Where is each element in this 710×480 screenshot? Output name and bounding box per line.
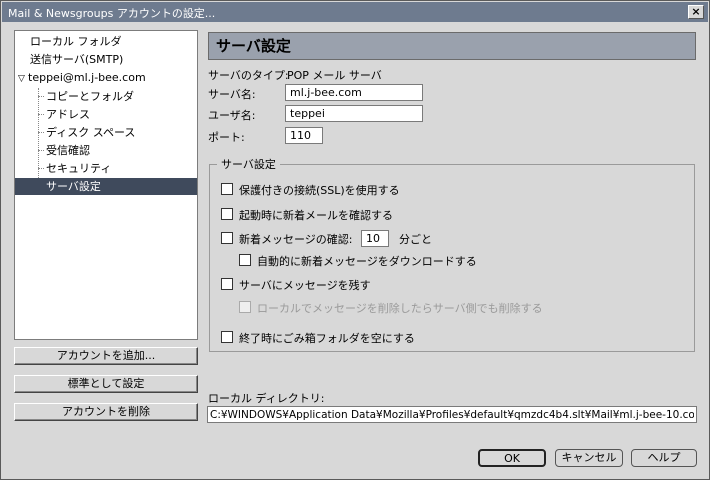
username-label: ユーザ名:	[208, 109, 256, 122]
server-type-label: サーバのタイプ:	[208, 69, 289, 82]
tree-item-disk-space[interactable]: ディスク スペース	[46, 124, 135, 141]
checkbox-box[interactable]	[221, 183, 233, 195]
set-default-button[interactable]: 標準として設定	[14, 375, 198, 393]
tree-item-label: コピーとフォルダ	[46, 90, 134, 103]
local-directory-label: ローカル ディレクトリ:	[208, 392, 325, 405]
tree-item-return-receipts[interactable]: 受信確認	[46, 142, 90, 159]
leave-on-server-label: サーバにメッセージを残す	[239, 279, 371, 292]
tree-item-local-folders[interactable]: ローカル フォルダ	[30, 33, 122, 50]
ok-button[interactable]: OK	[478, 449, 546, 467]
tree-item-copies-folders[interactable]: コピーとフォルダ	[46, 88, 134, 105]
help-button[interactable]: ヘルプ	[631, 449, 697, 467]
tree-connector	[38, 150, 44, 151]
window-title: Mail & Newsgroups アカウントの設定...	[8, 7, 216, 20]
tree-item-security[interactable]: セキュリティ	[46, 160, 111, 177]
tree-item-label: アドレス	[46, 108, 90, 121]
tree-connector	[38, 114, 44, 115]
server-settings-group-title: サーバ設定	[217, 156, 280, 172]
title-bar[interactable]: Mail & Newsgroups アカウントの設定... ×	[2, 2, 708, 22]
checkbox-box[interactable]	[239, 301, 251, 313]
server-name-field[interactable]	[285, 84, 423, 101]
local-directory-field[interactable]	[207, 406, 697, 423]
checkbox-box[interactable]	[239, 254, 251, 266]
delete-account-button[interactable]: アカウントを削除	[14, 403, 198, 421]
port-label: ポート:	[208, 131, 245, 144]
delete-on-server-label: ローカルでメッセージを削除したらサーバ側でも削除する	[257, 302, 543, 315]
tree-connector	[38, 88, 39, 188]
tree-item-label: 受信確認	[46, 144, 90, 157]
tree-item-label: ローカル フォルダ	[30, 35, 122, 48]
checkbox-box[interactable]	[221, 331, 233, 343]
tree-connector	[38, 132, 44, 133]
close-icon: ×	[691, 5, 701, 18]
tree-item-account[interactable]: ▽ teppei@ml.j-bee.com	[18, 69, 146, 86]
close-button[interactable]: ×	[688, 5, 704, 19]
tree-item-label: 送信サーバ(SMTP)	[30, 53, 124, 66]
minutes-unit-label: 分ごと	[399, 233, 432, 246]
server-type-value: POP メール サーバ	[287, 69, 382, 82]
check-interval-field[interactable]	[361, 230, 389, 247]
page-title: サーバ設定	[208, 32, 696, 60]
tree-item-label: teppei@ml.j-bee.com	[28, 71, 146, 84]
chevron-down-icon[interactable]: ▽	[18, 71, 28, 88]
tree-item-label: ディスク スペース	[46, 126, 136, 139]
check-on-startup-label: 起動時に新着メールを確認する	[239, 209, 393, 222]
account-tree[interactable]: ローカル フォルダ 送信サーバ(SMTP) ▽ teppei@ml.j-bee.c…	[14, 30, 198, 340]
checkbox-box[interactable]	[221, 208, 233, 220]
username-field[interactable]	[285, 105, 423, 122]
tree-item-smtp[interactable]: 送信サーバ(SMTP)	[30, 51, 123, 68]
server-name-label: サーバ名:	[208, 88, 256, 101]
tree-item-addressing[interactable]: アドレス	[46, 106, 90, 123]
add-account-button[interactable]: アカウントを追加...	[14, 347, 198, 365]
empty-trash-label: 終了時にごみ箱フォルダを空にする	[239, 332, 415, 345]
checkbox-box[interactable]	[221, 278, 233, 290]
tree-item-server-settings[interactable]: サーバ設定	[15, 178, 197, 195]
tree-connector	[38, 96, 44, 97]
tree-item-label: セキュリティ	[46, 162, 112, 175]
account-settings-dialog: Mail & Newsgroups アカウントの設定... × ローカル フォル…	[0, 0, 710, 480]
cancel-button[interactable]: キャンセル	[555, 449, 623, 467]
check-every-label: 新着メッセージの確認:	[239, 233, 353, 246]
tree-connector	[38, 168, 44, 169]
auto-download-label: 自動的に新着メッセージをダウンロードする	[257, 255, 477, 268]
tree-item-label: サーバ設定	[46, 180, 101, 193]
port-field[interactable]	[285, 127, 323, 144]
use-ssl-label: 保護付きの接続(SSL)を使用する	[239, 184, 400, 197]
checkbox-box[interactable]	[221, 232, 233, 244]
